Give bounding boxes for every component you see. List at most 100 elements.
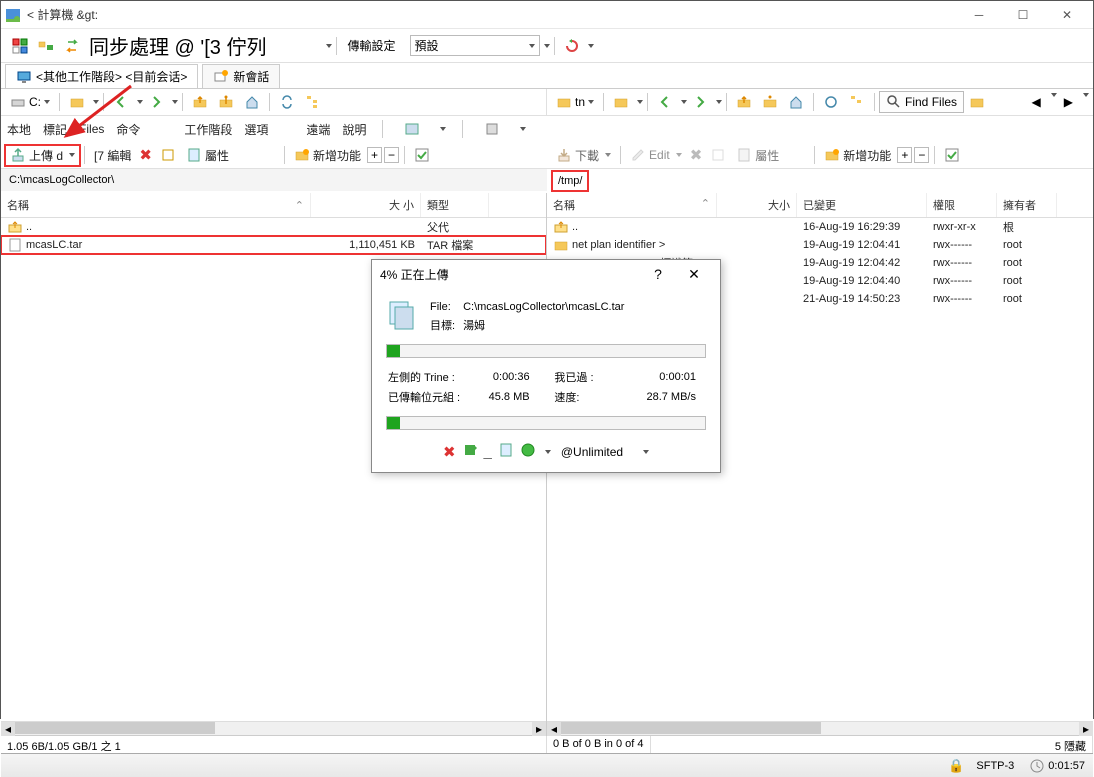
menu-files[interactable]: Files: [79, 122, 104, 136]
menu-icon-1[interactable]: [400, 119, 424, 139]
right-back-icon[interactable]: [653, 92, 677, 112]
right-list-row[interactable]: ..16-Aug-19 16:29:39rwxr-xr-x根: [547, 218, 1093, 236]
right-action-toolbar: 下載 Edit ✖ 屬性 新增功能 + −: [547, 142, 1093, 169]
dialog-file-label: File:: [430, 300, 461, 314]
left-action-icon-1[interactable]: [156, 145, 180, 165]
dialog-target-val: 湯姆: [463, 316, 630, 334]
dialog-unlimited-label[interactable]: @Unlimited: [561, 445, 623, 459]
menu-icon-2[interactable]: [480, 119, 504, 139]
edit-button[interactable]: [7 編輯: [89, 145, 136, 166]
right-bookmark-icon[interactable]: [965, 92, 989, 112]
left-status: 1.05 6B/1.05 GB/1 之 1: [1, 736, 547, 753]
right-status-2: 5 隱藏: [1049, 736, 1093, 753]
titlebar: < 計算機 &gt: ─ ☐ ✕: [1, 1, 1093, 29]
delete-x-icon[interactable]: ✖: [139, 146, 152, 164]
tab-current-session[interactable]: <其他工作階段> <目前会话>: [5, 64, 198, 88]
left-col-size[interactable]: 大 小: [311, 193, 421, 217]
tab-new-session[interactable]: 新會話: [202, 64, 280, 88]
menu-local[interactable]: 本地: [7, 121, 31, 138]
left-open-folder-icon[interactable]: [65, 92, 89, 112]
dialog-file-icon: [386, 298, 418, 330]
left-back-icon[interactable]: [109, 92, 133, 112]
left-check-icon[interactable]: [410, 145, 434, 165]
menu-cmd[interactable]: 命令: [116, 121, 140, 138]
dialog-close-button[interactable]: ✕: [676, 266, 712, 283]
dialog-doc-icon[interactable]: [498, 442, 514, 462]
dialog-cancel-icon[interactable]: ✖: [443, 443, 456, 461]
right-col-name[interactable]: 名稱⌃: [547, 193, 717, 217]
time-icon: [1029, 758, 1045, 774]
dialog-globe-icon[interactable]: [520, 442, 536, 462]
upload-button[interactable]: 上傳 d: [5, 145, 80, 166]
refresh-icon[interactable]: [560, 36, 584, 56]
right-path-bar[interactable]: /tmp/: [551, 170, 589, 192]
right-parent-icon[interactable]: [732, 92, 756, 112]
dialog-minimize-icon[interactable]: _: [484, 444, 492, 461]
left-minus-icon[interactable]: −: [384, 147, 399, 163]
right-open-folder-icon[interactable]: [609, 92, 633, 112]
left-root-icon[interactable]: [214, 92, 238, 112]
menu-help[interactable]: 說明: [342, 121, 366, 138]
sync-icon[interactable]: [8, 36, 32, 56]
right-action-icon-1[interactable]: [706, 145, 730, 165]
menu-mark[interactable]: 標記: [43, 121, 67, 138]
left-parent-icon[interactable]: [188, 92, 212, 112]
close-button[interactable]: ✕: [1045, 1, 1089, 29]
right-col-changed[interactable]: 已變更: [797, 193, 927, 217]
nav-left-icon[interactable]: ◀: [1028, 93, 1045, 111]
maximize-button[interactable]: ☐: [1001, 1, 1045, 29]
menu-session[interactable]: 工作階段: [184, 121, 232, 138]
sync-folders-icon[interactable]: [34, 36, 58, 56]
minimize-button[interactable]: ─: [957, 1, 1001, 29]
transfer-preset-combo[interactable]: 預設: [410, 35, 540, 56]
session-tabs: <其他工作階段> <目前会话> 新會話: [1, 63, 1093, 89]
right-h-scrollbar[interactable]: ◂▸: [547, 721, 1093, 735]
menu-options[interactable]: 選項: [244, 121, 268, 138]
left-col-type[interactable]: 類型: [421, 193, 489, 217]
left-newfunc-button[interactable]: 新增功能: [289, 145, 366, 166]
right-plus-icon[interactable]: +: [897, 147, 912, 163]
transfer-settings-label: 傳輸設定: [347, 37, 395, 54]
right-drive-combo[interactable]: tn: [552, 92, 598, 112]
left-tree-icon[interactable]: [301, 92, 325, 112]
left-home-icon[interactable]: [240, 92, 264, 112]
left-path-bar[interactable]: C:\mcasLogCollector\: [1, 169, 547, 191]
right-sync-icon[interactable]: [819, 92, 843, 112]
left-file-row[interactable]: mcasLC.tar 1,110,451 KB TAR 檔案: [1, 236, 546, 254]
right-edit-button[interactable]: Edit: [625, 145, 687, 165]
left-drive-combo[interactable]: C:: [6, 92, 54, 112]
left-sync-icon[interactable]: [275, 92, 299, 112]
right-props-button[interactable]: 屬性: [731, 145, 784, 166]
left-action-toolbar: 上傳 d [7 編輯 ✖ 屬性 新增功能 + −: [1, 142, 547, 169]
download-button[interactable]: 下載: [551, 145, 616, 166]
right-home-icon[interactable]: [784, 92, 808, 112]
right-minus-icon[interactable]: −: [914, 147, 929, 163]
left-col-name[interactable]: 名稱⌃: [1, 193, 311, 217]
dialog-file-val: C:\mcasLogCollector\mcasLC.tar: [463, 300, 630, 314]
right-root-icon[interactable]: [758, 92, 782, 112]
conn-label: SFTP-3: [976, 760, 1014, 772]
left-props-button[interactable]: 屬性: [181, 145, 234, 166]
right-col-owner[interactable]: 擁有者: [997, 193, 1057, 217]
right-check-icon[interactable]: [940, 145, 964, 165]
upload-dialog: 4% 正在上傳 ? ✕ File:C:\mcasLogCollector\mca…: [371, 259, 721, 473]
sync-arrows-icon[interactable]: [60, 36, 84, 56]
dialog-progress-1: [386, 344, 706, 358]
right-delete-x-icon[interactable]: ✖: [690, 146, 703, 164]
right-tree-icon[interactable]: [845, 92, 869, 112]
left-plus-icon[interactable]: +: [367, 147, 382, 163]
left-forward-icon[interactable]: [144, 92, 168, 112]
left-parent-row[interactable]: .. 父代: [1, 218, 546, 236]
left-h-scrollbar[interactable]: ◂▸: [1, 721, 546, 735]
padlock-icon: 🔒: [948, 758, 964, 774]
right-col-size[interactable]: 大小: [717, 193, 797, 217]
find-files-button[interactable]: Find Files: [879, 91, 964, 113]
dialog-play-icon[interactable]: [462, 442, 478, 462]
nav-right-icon[interactable]: ▶: [1060, 93, 1077, 111]
menu-remote[interactable]: 遠端: [306, 121, 330, 138]
right-newfunc-button[interactable]: 新增功能: [819, 145, 896, 166]
right-forward-icon[interactable]: [688, 92, 712, 112]
dialog-help-button[interactable]: ?: [640, 266, 676, 282]
right-list-row[interactable]: net plan identifier >19-Aug-19 12:04:41r…: [547, 236, 1093, 254]
right-col-perm[interactable]: 權限: [927, 193, 997, 217]
